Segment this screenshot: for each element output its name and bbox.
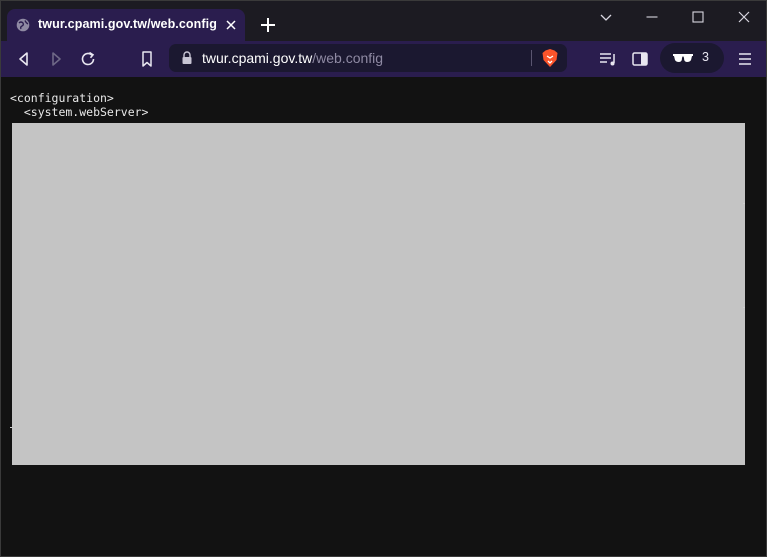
private-window-count: 3 bbox=[702, 50, 709, 64]
forward-icon[interactable] bbox=[45, 48, 67, 70]
minimize-icon[interactable] bbox=[642, 7, 662, 27]
tab-title: twur.cpami.gov.tw/web.config bbox=[38, 17, 217, 31]
text-fragment bbox=[743, 307, 745, 308]
bookmark-icon[interactable] bbox=[136, 48, 158, 70]
address-bar-divider bbox=[531, 50, 532, 66]
hamburger-menu-icon[interactable] bbox=[734, 48, 756, 70]
globe-icon bbox=[16, 18, 30, 32]
maximize-icon[interactable] bbox=[688, 7, 708, 27]
chevron-down-icon[interactable] bbox=[596, 7, 616, 27]
url-host: twur.cpami.gov.tw bbox=[202, 50, 313, 66]
private-window-indicator[interactable]: 3 bbox=[660, 43, 724, 73]
back-icon[interactable] bbox=[13, 48, 35, 70]
brave-lion-icon[interactable] bbox=[541, 48, 559, 68]
active-tab[interactable]: twur.cpami.gov.tw/web.config bbox=[7, 9, 245, 41]
lock-icon[interactable] bbox=[181, 51, 193, 65]
url-path: /web.config bbox=[312, 50, 384, 66]
reload-icon[interactable] bbox=[77, 48, 99, 70]
plus-icon[interactable] bbox=[258, 15, 278, 35]
redacted-area bbox=[12, 123, 745, 465]
sidebar-icon[interactable] bbox=[629, 48, 651, 70]
code-line: <configuration> bbox=[10, 91, 114, 105]
url-text[interactable]: twur.cpami.gov.tw/web.config bbox=[202, 50, 383, 66]
browser-window: twur.cpami.gov.tw/web.config twur.cpami.… bbox=[0, 0, 767, 557]
window-close-icon[interactable] bbox=[734, 7, 754, 27]
text-fragment bbox=[10, 427, 12, 428]
tab-strip: twur.cpami.gov.tw/web.config bbox=[1, 1, 766, 41]
close-icon[interactable] bbox=[224, 18, 238, 32]
page-content: <configuration> <system.webServer> bbox=[1, 77, 766, 556]
address-bar[interactable]: twur.cpami.gov.tw/web.config bbox=[169, 44, 567, 72]
playlist-icon[interactable] bbox=[597, 48, 619, 70]
private-glasses-icon bbox=[673, 54, 693, 62]
navigation-toolbar: twur.cpami.gov.tw/web.config 3 bbox=[1, 41, 766, 77]
text-fragment bbox=[743, 203, 745, 204]
code-line: <system.webServer> bbox=[10, 105, 149, 119]
xml-source: <configuration> <system.webServer> bbox=[10, 91, 148, 119]
